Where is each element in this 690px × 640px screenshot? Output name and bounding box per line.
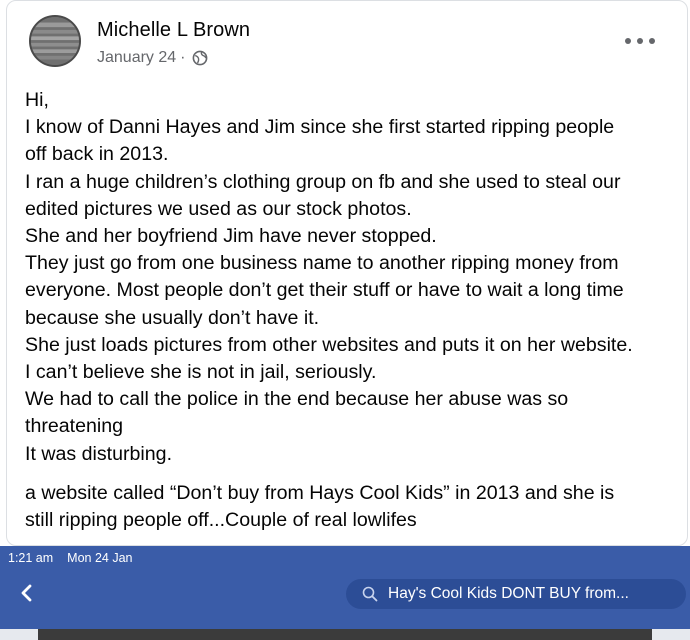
search-text: Hay's Cool Kids DONT BUY from...	[388, 585, 629, 602]
status-date: Mon 24 Jan	[67, 551, 133, 565]
post-meta: January 24 ·	[97, 49, 208, 67]
phone-screenshot-bar: 1:21 am Mon 24 Jan Hay's Cool Kids DONT …	[0, 546, 690, 640]
avatar-image	[31, 17, 79, 65]
post-line: edited pictures we used as our stock pho…	[25, 197, 412, 220]
post-body: Hi, I know of Danni Hayes and Jim since …	[25, 87, 675, 534]
post-line: She just loads pictures from other websi…	[25, 333, 633, 356]
meta-separator: ·	[180, 49, 186, 66]
more-options-icon[interactable]	[625, 31, 655, 51]
post-line: They just go from one business name to a…	[25, 252, 619, 275]
globe-icon	[192, 50, 208, 66]
post-line: I can’t believe she is not in jail, seri…	[25, 361, 377, 384]
post-line: everyone. Most people don’t get their st…	[25, 279, 624, 302]
post-line: We had to call the police in the end bec…	[25, 388, 569, 411]
post-line: off back in 2013.	[25, 143, 169, 166]
content-strip	[38, 629, 652, 640]
author-name[interactable]: Michelle L Brown	[97, 19, 250, 42]
avatar[interactable]	[29, 15, 81, 67]
post-line: I know of Danni Hayes and Jim since she …	[25, 116, 615, 139]
search-icon	[362, 586, 378, 602]
post-card: Michelle L Brown January 24 · Hi, I know…	[6, 0, 688, 546]
post-line: I ran a huge children’s clothing group o…	[25, 170, 621, 193]
post-line: It was disturbing.	[25, 442, 173, 465]
post-date[interactable]: January 24	[97, 49, 176, 67]
status-time: 1:21 am	[8, 551, 54, 565]
search-bar[interactable]: Hay's Cool Kids DONT BUY from...	[346, 579, 686, 609]
post-line: Hi,	[25, 89, 49, 111]
status-bar: 1:21 am Mon 24 Jan	[8, 551, 133, 565]
post-line: a website called “Don’t buy from Hays Co…	[25, 481, 615, 504]
chevron-left-icon[interactable]	[16, 582, 38, 604]
post-line: because she usually don’t have it.	[25, 306, 320, 329]
post-line: She and her boyfriend Jim have never sto…	[25, 225, 437, 248]
post-line: still ripping people off...Couple of rea…	[25, 509, 417, 532]
post-line: threatening	[25, 415, 124, 438]
